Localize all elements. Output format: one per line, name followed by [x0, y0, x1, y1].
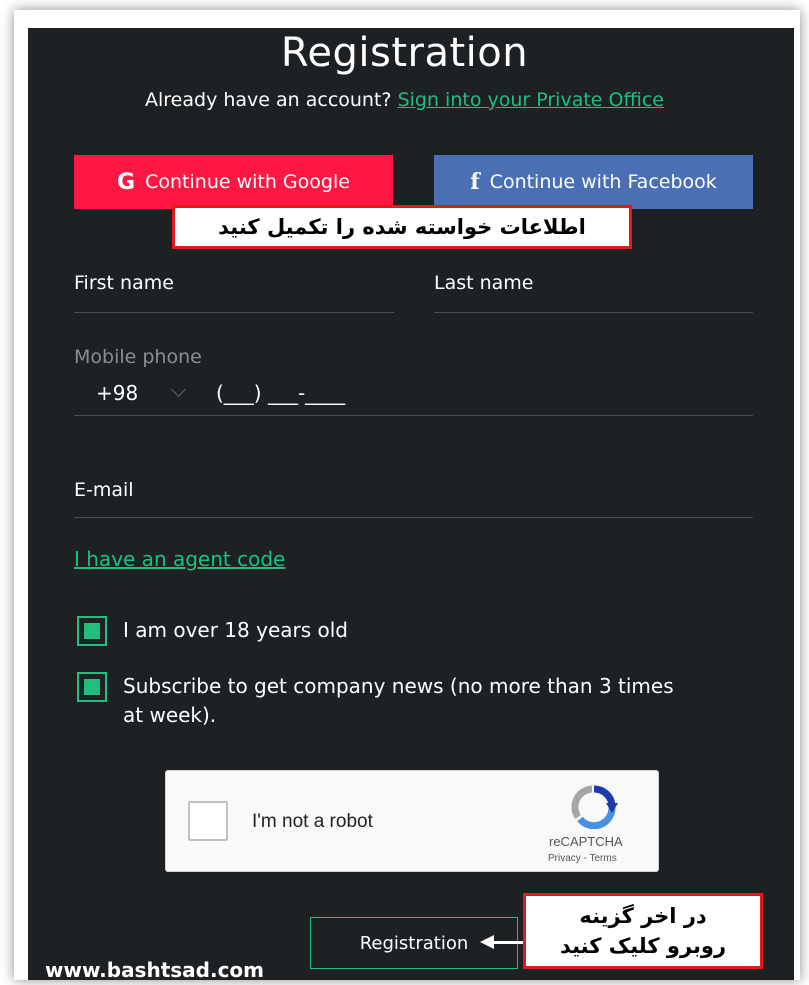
first-name-field[interactable]: First name — [74, 272, 174, 294]
facebook-icon: f — [470, 169, 480, 195]
google-button-label: Continue with Google — [145, 171, 350, 193]
check-mark-icon — [84, 623, 100, 639]
recaptcha-label: I'm not a robot — [252, 811, 373, 832]
mobile-underline — [74, 415, 753, 416]
annotation-fill-info: اطلاعات خواسته شده را تکمیل کنید — [172, 205, 632, 249]
newsletter-label-line2: at week). — [123, 703, 217, 727]
last-name-underline — [434, 312, 753, 313]
recaptcha-privacy-terms[interactable]: Privacy - Terms — [548, 853, 617, 864]
age-checkbox[interactable] — [77, 616, 107, 646]
newsletter-checkbox[interactable] — [77, 672, 107, 702]
recaptcha-checkbox[interactable] — [188, 801, 228, 841]
check-mark-icon — [84, 679, 100, 695]
annotation-line2: روبرو کلیک کنید — [559, 934, 727, 958]
watermark: www.bashtsad.com — [45, 958, 265, 982]
first-name-underline — [74, 312, 394, 313]
mobile-phone-label: Mobile phone — [74, 346, 202, 368]
recaptcha-widget: I'm not a robot reCAPTCHA Privacy - Term… — [165, 770, 659, 872]
age-checkbox-label: I am over 18 years old — [123, 618, 348, 642]
last-name-field[interactable]: Last name — [434, 272, 534, 294]
email-field[interactable]: E-mail — [74, 479, 134, 501]
newsletter-label-line1: Subscribe to get company news (no more t… — [123, 674, 674, 698]
annotation-arrow-head-icon — [480, 935, 494, 949]
mobile-phone-input[interactable]: (___) ___-____ — [216, 381, 345, 405]
page-title: Registration — [280, 30, 529, 76]
signin-prompt-text: Already have an account? — [145, 89, 392, 111]
phone-country-code[interactable]: +98 — [96, 381, 138, 405]
facebook-button-label: Continue with Facebook — [489, 171, 717, 193]
newsletter-checkbox-label: Subscribe to get company news (no more t… — [123, 672, 674, 730]
signin-link[interactable]: Sign into your Private Office — [398, 89, 664, 111]
recaptcha-logo-icon — [571, 785, 618, 829]
agent-code-link[interactable]: I have an agent code — [74, 547, 285, 571]
annotation-line1: در اخر گزینه — [579, 904, 707, 928]
recaptcha-brand: reCAPTCHA — [549, 834, 623, 849]
annotation-click-register: در اخر گزینه روبرو کلیک کنید — [523, 893, 763, 969]
email-underline — [74, 517, 753, 518]
google-icon: G — [117, 169, 136, 195]
signin-prompt: Already have an account? Sign into your … — [0, 89, 809, 111]
google-signup-button[interactable]: G Continue with Google — [74, 155, 393, 209]
facebook-signup-button[interactable]: f Continue with Facebook — [434, 155, 753, 209]
